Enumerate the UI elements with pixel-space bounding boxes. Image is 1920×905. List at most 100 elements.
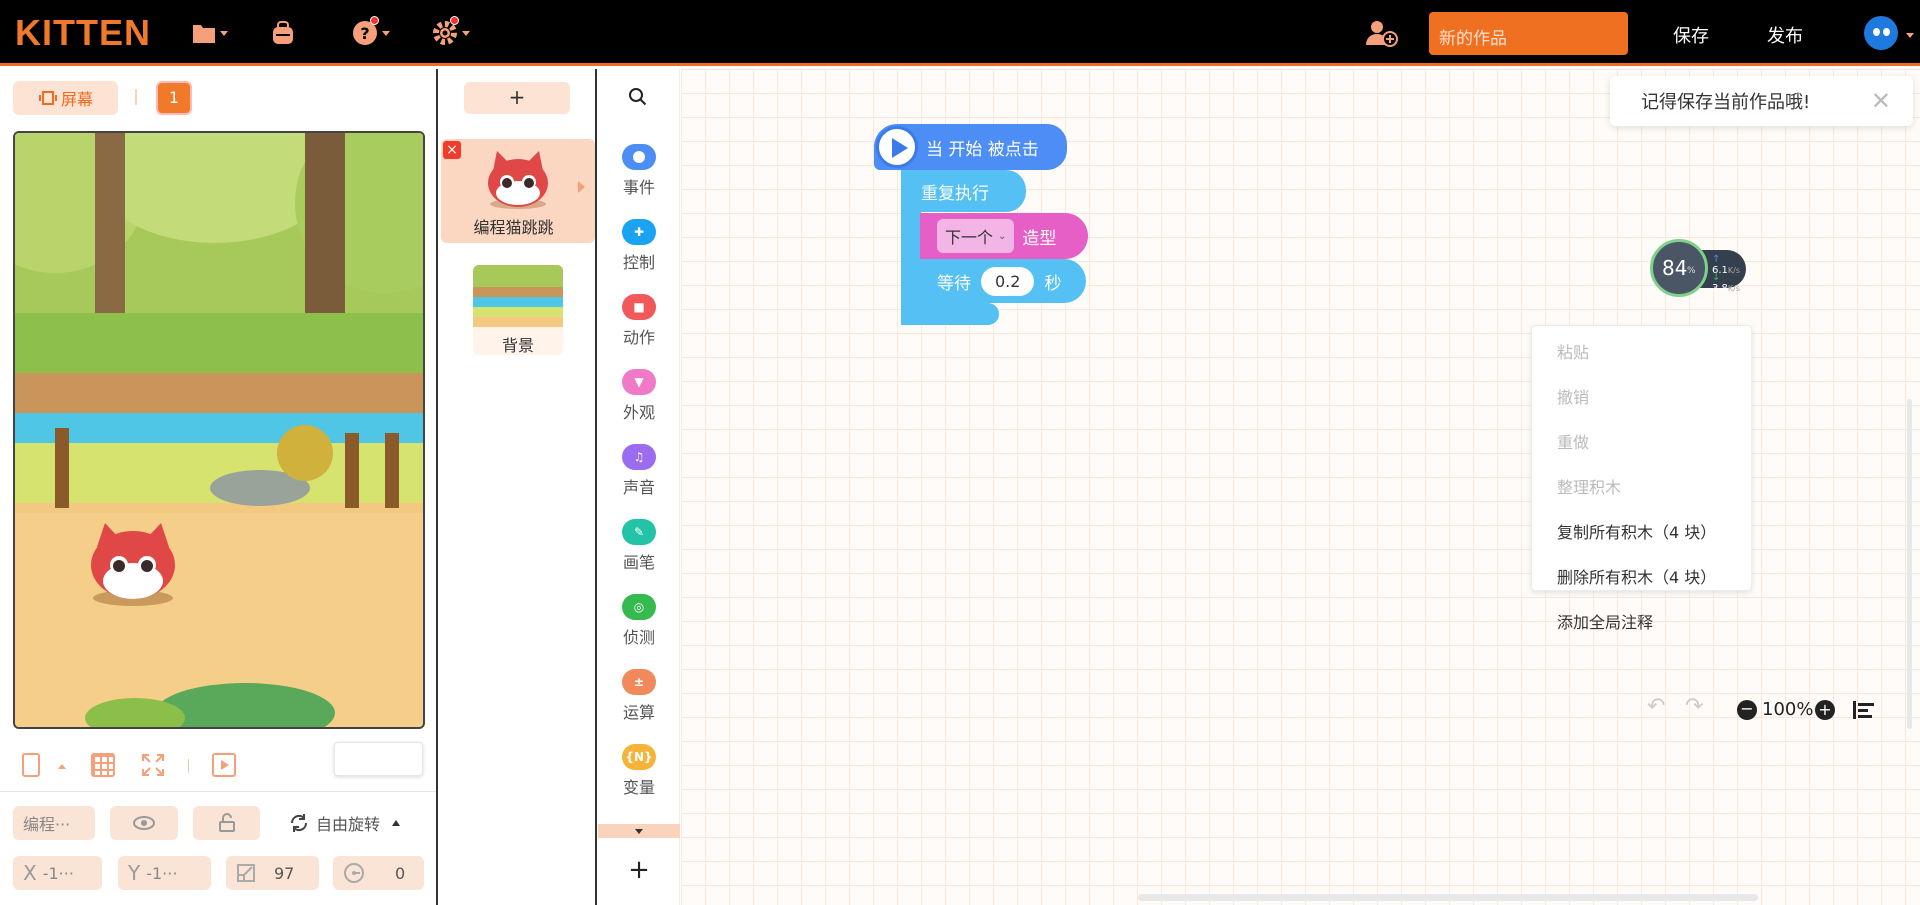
settings-menu[interactable] (432, 16, 470, 48)
repeat-block-arm (901, 212, 921, 307)
code-workspace[interactable]: 当 开始 被点击 重复执行 下一个 ⌄ 造型 等待 0.2 秒 记得保存当前作品… (681, 69, 1920, 905)
background-thumbnail (473, 265, 563, 327)
background-item[interactable]: 背景 (473, 265, 563, 355)
stage-input-box[interactable] (334, 742, 423, 776)
category-sensing[interactable]: ◎ 侦测 (598, 594, 680, 648)
x-value: -1··· (42, 863, 74, 883)
rotate-icon (290, 814, 308, 832)
play-icon (876, 126, 918, 168)
category-control[interactable]: ✚ 控制 (598, 219, 680, 273)
background-label: 背景 (501, 336, 534, 355)
rotation-mode-dropdown[interactable]: 自由旋转 (288, 811, 401, 835)
wait-seconds-input[interactable]: 0.2 (981, 266, 1035, 296)
menu-item-duplicate-all[interactable]: 复制所有积木（4 块） (1557, 519, 1716, 543)
cpu-gauge: 84 % (1650, 239, 1708, 297)
publish-button[interactable]: 发布 (1767, 22, 1803, 48)
scroll-more-button[interactable] (598, 824, 680, 838)
direction-value: 0 (395, 863, 406, 883)
chevron-right-icon[interactable] (578, 181, 585, 193)
grid-icon[interactable] (91, 753, 115, 777)
category-motion[interactable]: ■ 动作 (598, 294, 680, 348)
size-field[interactable]: 97 (226, 856, 319, 890)
x-position-field[interactable]: X -1··· (13, 856, 102, 890)
lock-toggle[interactable] (193, 806, 260, 840)
cpu-unit: % (1687, 266, 1696, 276)
avatar[interactable] (1864, 16, 1898, 50)
category-label: 动作 (622, 328, 655, 347)
sprite-name-field[interactable]: 编程··· (13, 806, 95, 840)
file-menu[interactable] (192, 18, 228, 48)
control-icon: ✚ (622, 219, 656, 245)
x-label: X (23, 861, 37, 885)
add-extension-button[interactable]: + (598, 855, 680, 885)
sprite-item[interactable]: × 编程猫跳跳 (441, 139, 595, 243)
divider (188, 759, 189, 773)
screen-button[interactable]: 屏幕 (13, 81, 118, 115)
delete-sprite-icon[interactable]: × (443, 141, 461, 159)
project-title-input[interactable]: 新的作品 (1429, 12, 1628, 55)
when-start-clicked-block[interactable]: 当 开始 被点击 (874, 124, 1067, 170)
category-label: 运算 (622, 703, 655, 722)
fullscreen-icon[interactable] (141, 753, 165, 777)
stage-canvas[interactable] (13, 131, 425, 729)
category-label: 侦测 (622, 628, 655, 647)
repeat-block-foot (901, 303, 999, 325)
category-pen[interactable]: ✎ 画笔 (598, 519, 680, 573)
play-preview-icon[interactable] (212, 753, 236, 777)
page-number-badge[interactable]: 1 (156, 81, 192, 115)
divider (135, 89, 137, 105)
sprite-name-label: 编程猫跳跳 (473, 218, 554, 237)
category-looks[interactable]: ▼ 外观 (598, 369, 680, 423)
menu-item-delete-all[interactable]: 删除所有积木（4 块） (1557, 564, 1716, 588)
align-blocks-icon[interactable] (1853, 701, 1875, 719)
search-icon[interactable] (628, 87, 648, 107)
y-label: Y (128, 861, 141, 885)
vertical-scrollbar[interactable] (1907, 399, 1912, 729)
direction-icon (344, 863, 364, 883)
save-button[interactable]: 保存 (1673, 22, 1709, 48)
category-label: 变量 (622, 778, 655, 797)
wait-block[interactable]: 等待 0.2 秒 (920, 259, 1086, 303)
app-logo: KITTEN (15, 12, 151, 53)
stage-panel: 屏幕 1 编程··· 自由旋转 X -1··· Y -1··· 97 0 (0, 69, 438, 905)
backpack-icon (273, 21, 293, 44)
block-label: 造型 (1022, 228, 1057, 249)
sensing-icon: ◎ (622, 594, 656, 620)
category-events[interactable]: 事件 (598, 144, 680, 198)
chevron-up-icon[interactable] (58, 764, 66, 769)
category-operators[interactable]: ± 运算 (598, 669, 680, 723)
y-position-field[interactable]: Y -1··· (118, 856, 211, 890)
resize-icon (237, 864, 255, 882)
sound-icon: ♫ (622, 444, 656, 470)
add-collaborator-button[interactable] (1366, 18, 1398, 48)
mobile-frame-icon[interactable] (22, 753, 40, 777)
backpack-button[interactable] (270, 18, 296, 48)
zoom-out-icon[interactable]: − (1737, 700, 1757, 720)
undo-icon[interactable]: ↶ (1647, 694, 1665, 719)
visibility-toggle[interactable] (110, 806, 178, 840)
help-menu[interactable]: ? (352, 16, 390, 48)
redo-icon[interactable]: ↷ (1685, 694, 1703, 719)
costume-dropdown-value: 下一个 (945, 228, 994, 247)
y-value: -1··· (146, 863, 178, 883)
menu-item-add-comment[interactable]: 添加全局注释 (1557, 609, 1653, 633)
svg-text:?: ? (360, 24, 369, 43)
close-icon[interactable]: ✕ (1871, 87, 1891, 115)
sprite-thumbnail (488, 151, 548, 209)
category-sound[interactable]: ♫ 声音 (598, 444, 680, 498)
event-icon (622, 144, 656, 170)
direction-field[interactable]: 0 (333, 856, 424, 890)
costume-dropdown[interactable]: 下一个 ⌄ (937, 219, 1015, 253)
chevron-down-icon[interactable] (1906, 33, 1914, 38)
category-label: 事件 (622, 178, 655, 197)
notification-dot (450, 16, 459, 25)
next-costume-block[interactable]: 下一个 ⌄ 造型 (920, 213, 1088, 259)
motion-icon: ■ (622, 294, 656, 320)
repeat-forever-block[interactable]: 重复执行 (901, 170, 1026, 212)
save-reminder-toast: 记得保存当前作品哦! ✕ (1610, 76, 1913, 126)
size-value: 97 (274, 863, 295, 883)
category-variables[interactable]: {N} 变量 (598, 744, 680, 798)
zoom-in-icon[interactable]: + (1815, 700, 1835, 720)
add-sprite-button[interactable]: + (464, 82, 570, 114)
horizontal-scrollbar[interactable] (1138, 894, 1758, 901)
